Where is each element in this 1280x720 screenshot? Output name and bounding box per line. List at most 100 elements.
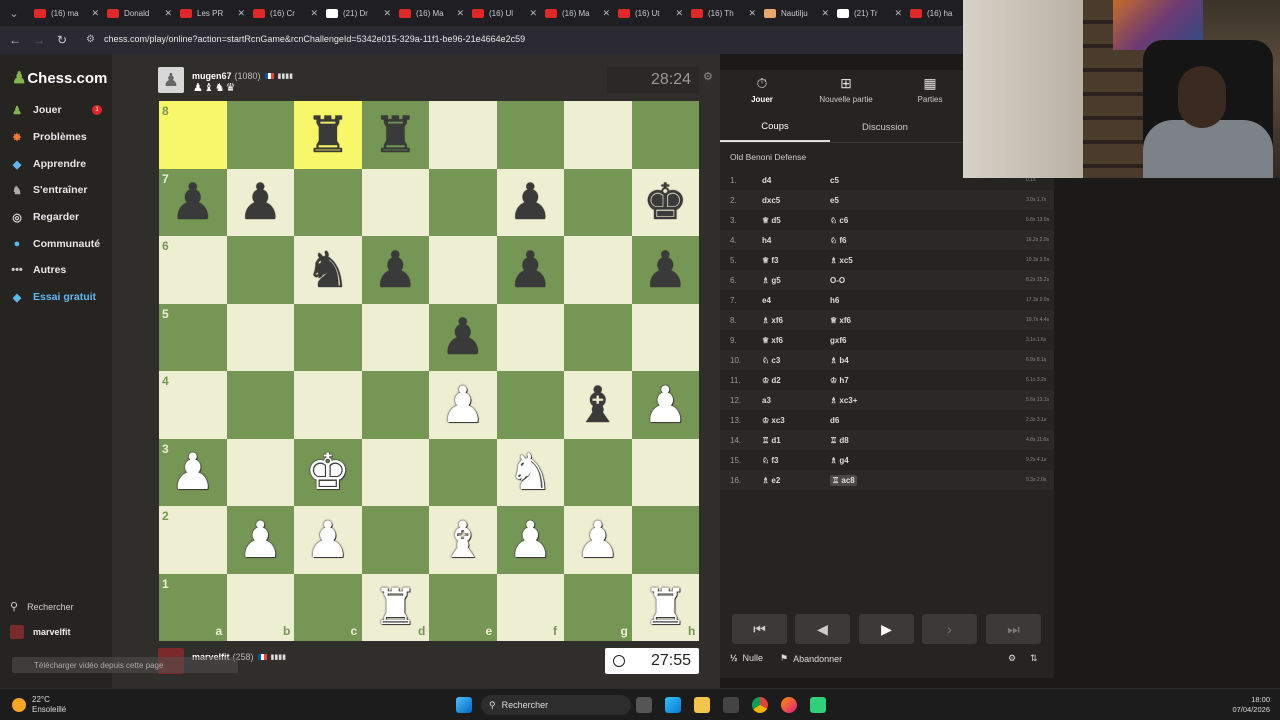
black-move[interactable]: h6 [830,296,839,305]
square-h8[interactable] [631,101,699,169]
black-pawn-f7[interactable]: ♟ [497,169,565,237]
sidebar-user[interactable]: marvelfit [10,625,71,639]
black-move[interactable]: ♗ g4 [830,456,849,465]
square-a5[interactable] [159,303,227,371]
close-icon[interactable]: ✕ [529,8,537,19]
taskbar-clock[interactable]: 18:00 07/04/2026 [1232,695,1270,715]
white-move[interactable]: ♗ xf6 [762,316,783,325]
square-d3[interactable] [361,438,429,506]
square-e8[interactable] [429,101,497,169]
square-g7[interactable] [564,168,632,236]
close-icon[interactable]: ✕ [237,8,245,19]
browser-tab[interactable]: Nautilju ✕ [760,2,833,24]
close-icon[interactable]: ✕ [748,8,756,19]
square-a6[interactable] [159,236,227,304]
black-pawn-d6[interactable]: ♟ [362,236,430,304]
browser-tab[interactable]: (16) Cr ✕ [249,2,322,24]
url-field[interactable]: chess.com/play/online?action=startRcnGam… [104,34,525,44]
white-pawn-e4[interactable]: ♟ [429,371,497,439]
close-icon[interactable]: ✕ [383,8,391,19]
black-move[interactable]: ♔ h7 [830,376,849,385]
white-move[interactable]: e4 [762,296,771,305]
black-pawn-h6[interactable]: ♟ [632,236,700,304]
sidebar-item-autres[interactable]: ••• Autres [10,260,66,280]
task-view-icon[interactable] [636,697,652,713]
white-move[interactable]: ♘ f3 [762,456,779,465]
gear-icon[interactable]: ⚙ [703,70,713,83]
white-move[interactable]: ♔ d2 [762,376,781,385]
white-bishop-e2[interactable]: ♝ [429,506,497,574]
black-move[interactable]: ♘ c6 [830,216,848,225]
sidebar-item-sentrainer[interactable]: ♞ S'entraîner [10,180,87,200]
browser-tab[interactable]: (16) Ul ✕ [468,2,541,24]
black-pawn-b7[interactable]: ♟ [227,169,295,237]
white-king-c3[interactable]: ♚ [294,439,362,507]
back-icon[interactable]: ← [3,33,27,47]
black-move[interactable]: ♘ f6 [830,236,847,245]
white-move[interactable]: ♕ xf6 [762,336,783,345]
sidebar-item-essai-gratuit[interactable]: ◆ Essai gratuit [10,287,96,307]
square-b5[interactable] [226,303,294,371]
black-move[interactable]: d6 [830,416,839,425]
white-knight-f3[interactable]: ♞ [497,439,565,507]
sidebar-item-jouer[interactable]: ♟ Jouer [10,100,62,120]
square-f8[interactable] [496,101,564,169]
white-pawn-a3[interactable]: ♟ [159,439,227,507]
square-h5[interactable] [631,303,699,371]
white-pawn-b2[interactable]: ♟ [227,506,295,574]
browser-tab[interactable]: (16) Th ✕ [687,2,760,24]
edge-icon[interactable] [665,697,681,713]
forward-icon[interactable]: → [27,33,51,47]
square-d4[interactable] [361,371,429,439]
app-icon[interactable] [810,697,826,713]
browser-tab[interactable]: Les PR ✕ [176,2,249,24]
chrome-icon[interactable] [752,697,768,713]
square-b4[interactable] [226,371,294,439]
first-move-button[interactable]: ⏮ [732,614,787,644]
weather-widget[interactable]: 22°C Ensoleillé [12,695,66,715]
square-b3[interactable] [226,438,294,506]
previous-move-button[interactable]: ◀ [795,614,850,644]
square-h3[interactable] [631,438,699,506]
white-rook-d1[interactable]: ♜ [362,574,430,642]
browser-tab[interactable]: (16) Ut ✕ [614,2,687,24]
white-move[interactable]: dxc5 [762,196,780,205]
white-move[interactable]: ♗ g5 [762,276,781,285]
close-icon[interactable]: ✕ [456,8,464,19]
black-move[interactable]: ♗ xc3+ [830,396,857,405]
black-knight-c6[interactable]: ♞ [294,236,362,304]
avatar[interactable]: ♟ [158,67,184,93]
close-icon[interactable]: ✕ [894,8,902,19]
square-e6[interactable] [429,236,497,304]
black-move[interactable]: c5 [830,176,839,185]
white-rook-h1[interactable]: ♜ [632,574,700,642]
forward-move-button[interactable]: › [922,614,977,644]
square-d7[interactable] [361,168,429,236]
square-g8[interactable] [564,101,632,169]
browser-tab[interactable]: (21) Tr ✕ [833,2,906,24]
tab-discussion[interactable]: Discussion [830,112,940,142]
browser-tab[interactable]: (16) Ma ✕ [395,2,468,24]
square-d2[interactable] [361,506,429,574]
black-move[interactable]: ♗ xc5 [830,256,853,265]
square-a8[interactable] [159,101,227,169]
tab-parties[interactable]: ▦ Parties [888,70,972,108]
square-b6[interactable] [226,236,294,304]
white-pawn-f2[interactable]: ♟ [497,506,565,574]
white-pawn-h4[interactable]: ♟ [632,371,700,439]
white-move[interactable]: ♔ xc3 [762,416,785,425]
firefox-icon[interactable] [781,697,797,713]
draw-button[interactable]: ½ Nulle [730,653,763,663]
square-h2[interactable] [631,506,699,574]
taskbar-search[interactable]: ⚲ Rechercher [481,695,631,715]
chess-logo[interactable]: ♟ Chess.com [12,68,107,88]
black-move[interactable]: ♖ d8 [830,436,849,445]
black-rook-c8[interactable]: ♜ [294,101,362,169]
sidebar-search[interactable]: ⚲ Rechercher [10,600,74,613]
browser-tab[interactable]: (21) Dr ✕ [322,2,395,24]
browser-tab[interactable]: (16) Ma ✕ [541,2,614,24]
chess-board[interactable]: 8 7 6 5 4 3 2 1 a b c d e f g h ♜ ♜ ♟ ♟ ♟ ♚ ♞ ♟ ♟ ♟ ♟ ♟ ♝ ♟ ♟ ♚ ♞ ♟ ♟ ♝ ♟ ♟ ♜ ♜ [159,101,699,641]
white-move[interactable]: ♖ d1 [762,436,781,445]
white-move[interactable]: a3 [762,396,771,405]
white-pawn-g2[interactable]: ♟ [564,506,632,574]
